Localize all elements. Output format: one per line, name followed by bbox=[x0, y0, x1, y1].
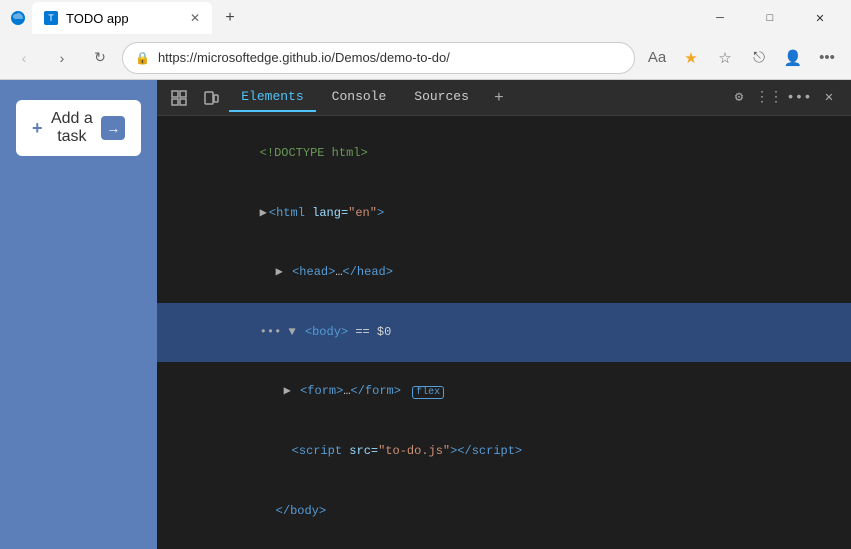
script-tag-line[interactable]: <script src="to-do.js"></script> bbox=[157, 422, 851, 482]
devtools-close-button[interactable]: ✕ bbox=[815, 84, 843, 112]
url-display: https://microsoftedge.github.io/Demos/de… bbox=[158, 50, 450, 65]
body-tag-line[interactable]: ••• ▼ <body> == $0 bbox=[157, 303, 851, 363]
body-close-line[interactable]: </body> bbox=[157, 481, 851, 541]
collections-button[interactable]: ☆ bbox=[709, 42, 741, 74]
lock-icon: 🔒 bbox=[135, 51, 150, 65]
close-button[interactable]: ✕ bbox=[797, 2, 843, 34]
arrow-icon: → bbox=[101, 116, 125, 140]
more-tabs-button[interactable]: + bbox=[485, 84, 513, 112]
head-tag-line[interactable]: ▶ <head>…</head> bbox=[157, 243, 851, 303]
profile-button[interactable]: 👤 bbox=[777, 42, 809, 74]
console-tab[interactable]: Console bbox=[320, 83, 399, 112]
devtools-toolbar-right: ⚙ ⋮⋮ ••• ✕ bbox=[725, 84, 843, 112]
forward-button[interactable]: › bbox=[46, 42, 78, 74]
address-bar[interactable]: 🔒 https://microsoftedge.github.io/Demos/… bbox=[122, 42, 635, 74]
html-tag-line[interactable]: ▶<html lang="en"> bbox=[157, 184, 851, 244]
page-content: + Add a task → bbox=[0, 80, 157, 549]
nav-actions: Aa ★ ☆ ⎋ 👤 ••• bbox=[641, 42, 843, 74]
sources-tab[interactable]: Sources bbox=[402, 83, 481, 112]
devtools-more-button[interactable]: ••• bbox=[785, 84, 813, 112]
nav-bar: ‹ › ↻ 🔒 https://microsoftedge.github.io/… bbox=[0, 36, 851, 80]
favorites-button[interactable]: ★ bbox=[675, 42, 707, 74]
form-tag-line[interactable]: ▶ <form>…</form> flex bbox=[157, 362, 851, 422]
devtools-body: <!DOCTYPE html> ▶<html lang="en"> ▶ <hea… bbox=[157, 116, 851, 549]
device-emulation-button[interactable] bbox=[197, 84, 225, 112]
devtools-toolbar: Elements Console Sources + ⚙ ⋮⋮ ••• ✕ bbox=[157, 80, 851, 116]
refresh-button[interactable]: ↻ bbox=[84, 42, 116, 74]
title-bar: T TODO app ✕ + ─ □ ✕ bbox=[0, 0, 851, 36]
tab-close-button[interactable]: ✕ bbox=[190, 11, 200, 25]
share-button[interactable]: ⎋ bbox=[743, 42, 775, 74]
plus-icon: + bbox=[32, 118, 43, 139]
elements-tab[interactable]: Elements bbox=[229, 83, 315, 112]
reader-mode-button[interactable]: Aa bbox=[641, 42, 673, 74]
active-tab[interactable]: T TODO app ✕ bbox=[32, 2, 212, 34]
add-task-label: Add a task bbox=[51, 110, 94, 146]
new-tab-button[interactable]: + bbox=[216, 4, 244, 32]
devtools-focus-button[interactable]: ⋮⋮ bbox=[755, 84, 783, 112]
inspect-element-button[interactable] bbox=[165, 84, 193, 112]
window-controls: ─ □ ✕ bbox=[697, 2, 843, 34]
html-close-line[interactable]: </html> bbox=[157, 541, 851, 549]
main-area: + Add a task → bbox=[0, 80, 851, 549]
devtools-settings-button[interactable]: ⚙ bbox=[725, 84, 753, 112]
devtools-panel: Elements Console Sources + ⚙ ⋮⋮ ••• ✕ <!… bbox=[157, 80, 851, 549]
settings-button[interactable]: ••• bbox=[811, 42, 843, 74]
browser-window: T TODO app ✕ + ─ □ ✕ ‹ › ↻ 🔒 https://mic… bbox=[0, 0, 851, 549]
add-task-button[interactable]: + Add a task → bbox=[16, 100, 141, 156]
back-button[interactable]: ‹ bbox=[8, 42, 40, 74]
html-tree: <!DOCTYPE html> ▶<html lang="en"> ▶ <hea… bbox=[157, 116, 851, 549]
edge-icon bbox=[8, 8, 28, 28]
tab-favicon: T bbox=[44, 11, 58, 25]
minimize-button[interactable]: ─ bbox=[697, 2, 743, 34]
tab-title: TODO app bbox=[66, 11, 182, 26]
doctype-line[interactable]: <!DOCTYPE html> bbox=[157, 124, 851, 184]
maximize-button[interactable]: □ bbox=[747, 2, 793, 34]
